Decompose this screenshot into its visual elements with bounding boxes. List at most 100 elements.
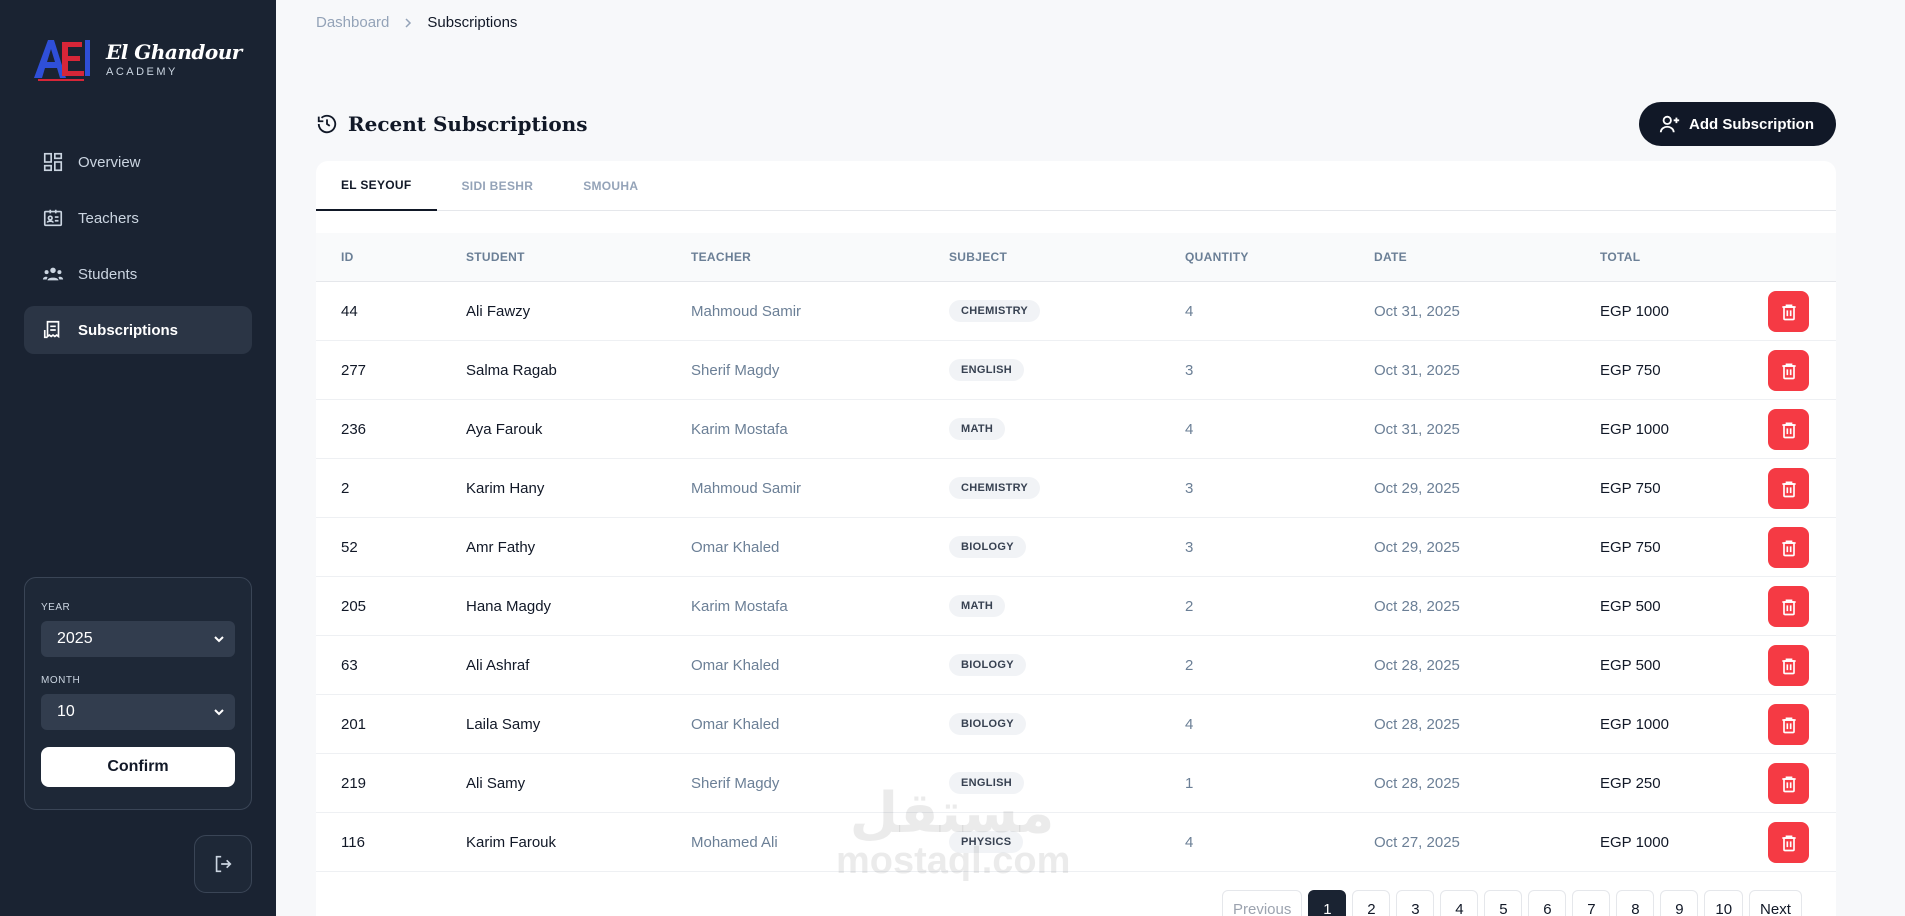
cell-quantity: 2 (1185, 656, 1194, 674)
sidebar-item-label: Subscriptions (78, 321, 179, 339)
sidebar-item-label: Students (78, 265, 138, 283)
pagination-next-button[interactable]: Next (1749, 890, 1802, 916)
pagination: Previous 1 2 3 4 5 6 7 8 9 10 Next (1222, 890, 1802, 916)
year-select-value: 2025 (57, 630, 93, 647)
trash-icon (1781, 776, 1796, 792)
cell-student: Ali Samy (466, 774, 526, 792)
cell-total: EGP 500 (1600, 656, 1661, 674)
logout-icon (215, 855, 232, 873)
sidebar-item-label: Teachers (78, 209, 139, 227)
pagination-page-3[interactable]: 3 (1396, 890, 1435, 916)
subject-badge: MATH (949, 418, 1006, 440)
sidebar-item-subscriptions[interactable]: Subscriptions (24, 306, 252, 354)
chevron-down-icon (214, 636, 224, 643)
cell-student: Karim Hany (466, 479, 545, 497)
trash-icon (1781, 481, 1796, 497)
pagination-page-4[interactable]: 4 (1440, 890, 1479, 916)
cell-teacher: Omar Khaled (691, 715, 780, 733)
cell-student: Ali Fawzy (466, 302, 531, 320)
trash-icon (1781, 599, 1796, 615)
brand-logo[interactable]: El Ghandour ACADEMY (30, 34, 242, 84)
cell-date: Oct 31, 2025 (1374, 420, 1460, 438)
subject-badge: BIOLOGY (949, 713, 1026, 735)
delete-button[interactable] (1768, 704, 1809, 745)
subject-badge: MATH (949, 595, 1006, 617)
date-filter-panel: YEAR 2025 MONTH 10 Confirm (24, 577, 252, 810)
cell-date: Oct 28, 2025 (1374, 774, 1460, 792)
logout-button[interactable] (194, 835, 252, 893)
cell-date: Oct 29, 2025 (1374, 479, 1460, 497)
receipt-icon (43, 320, 60, 339)
cell-quantity: 3 (1185, 479, 1194, 497)
cell-quantity: 1 (1185, 774, 1194, 792)
year-select[interactable]: 2025 (41, 621, 235, 657)
pagination-page-1[interactable]: 1 (1308, 890, 1347, 916)
cell-total: EGP 750 (1600, 538, 1661, 556)
sidebar-item-teachers[interactable]: Teachers (24, 194, 252, 242)
academy-logo-icon (30, 34, 92, 84)
confirm-button[interactable]: Confirm (41, 747, 235, 787)
tab-el-seyouf[interactable]: EL SEYOUF (316, 161, 437, 211)
delete-button[interactable] (1768, 527, 1809, 568)
table-row: 277 Salma Ragab Sherif Magdy ENGLISH 3 Oct 31… (316, 341, 1836, 400)
delete-button[interactable] (1768, 586, 1809, 627)
pagination-page-5[interactable]: 5 (1484, 890, 1523, 916)
cell-total: EGP 500 (1600, 597, 1661, 615)
cell-quantity: 4 (1185, 715, 1194, 733)
chevron-down-icon (214, 709, 224, 716)
brand-name: El Ghandour (106, 40, 242, 64)
month-select[interactable]: 10 (41, 694, 235, 730)
pagination-page-7[interactable]: 7 (1572, 890, 1611, 916)
cell-student: Karim Farouk (466, 833, 557, 851)
delete-button[interactable] (1768, 350, 1809, 391)
trash-icon (1781, 540, 1796, 556)
column-header-total: TOTAL (1600, 250, 1641, 264)
id-card-icon (43, 209, 63, 227)
tab-smouha[interactable]: SMOUHA (558, 161, 663, 211)
add-subscription-button[interactable]: Add Subscription (1639, 102, 1836, 146)
cell-total: EGP 1000 (1600, 420, 1669, 438)
table-row: 2 Karim Hany Mahmoud Samir CHEMISTRY 3 Oct 29… (316, 459, 1836, 518)
pagination-page-10[interactable]: 10 (1704, 890, 1744, 916)
cell-student: Ali Ashraf (466, 656, 530, 674)
table-row: 116 Karim Farouk Mohamed Ali PHYSICS 4 Oct 27… (316, 813, 1836, 872)
cell-teacher: Karim Mostafa (691, 420, 788, 438)
sidebar-item-overview[interactable]: Overview (24, 138, 252, 186)
tab-sidi-beshr[interactable]: SIDI BESHR (437, 161, 559, 211)
table-body: 44 Ali Fawzy Mahmoud Samir CHEMISTRY 4 Oct 31… (316, 282, 1836, 872)
sidebar-nav: Overview Teachers Students Subscriptions (24, 138, 252, 362)
table-row: 219 Ali Samy Sherif Magdy ENGLISH 1 Oct 28, 2… (316, 754, 1836, 813)
cell-teacher: Sherif Magdy (691, 361, 780, 379)
delete-button[interactable] (1768, 645, 1809, 686)
breadcrumb: Dashboard Subscriptions (316, 14, 517, 31)
delete-button[interactable] (1768, 291, 1809, 332)
trash-icon (1781, 363, 1796, 379)
cell-id: 44 (341, 302, 358, 320)
pagination-page-6[interactable]: 6 (1528, 890, 1567, 916)
column-header-teacher: TEACHER (691, 250, 752, 264)
sidebar: El Ghandour ACADEMY Overview Teachers St… (0, 0, 276, 916)
delete-button[interactable] (1768, 468, 1809, 509)
breadcrumb-dashboard[interactable]: Dashboard (316, 14, 389, 31)
delete-button[interactable] (1768, 409, 1809, 450)
pagination-page-8[interactable]: 8 (1616, 890, 1655, 916)
cell-quantity: 3 (1185, 361, 1194, 379)
cell-date: Oct 31, 2025 (1374, 361, 1460, 379)
cell-id: 201 (341, 715, 367, 733)
delete-button[interactable] (1768, 763, 1809, 804)
subject-badge: PHYSICS (949, 831, 1024, 853)
cell-id: 116 (341, 833, 365, 851)
cell-student: Aya Farouk (466, 420, 543, 438)
pagination-page-9[interactable]: 9 (1660, 890, 1699, 916)
pagination-previous-button[interactable]: Previous (1222, 890, 1303, 916)
cell-date: Oct 28, 2025 (1374, 597, 1460, 615)
sidebar-item-students[interactable]: Students (24, 250, 252, 298)
delete-button[interactable] (1768, 822, 1809, 863)
column-header-date: DATE (1374, 250, 1407, 264)
add-subscription-label: Add Subscription (1689, 115, 1814, 133)
pagination-page-2[interactable]: 2 (1352, 890, 1391, 916)
cell-total: EGP 750 (1600, 479, 1661, 497)
subject-badge: BIOLOGY (949, 536, 1026, 558)
cell-total: EGP 1000 (1600, 302, 1669, 320)
table-row: 236 Aya Farouk Karim Mostafa MATH 4 Oct 31, 2… (316, 400, 1836, 459)
